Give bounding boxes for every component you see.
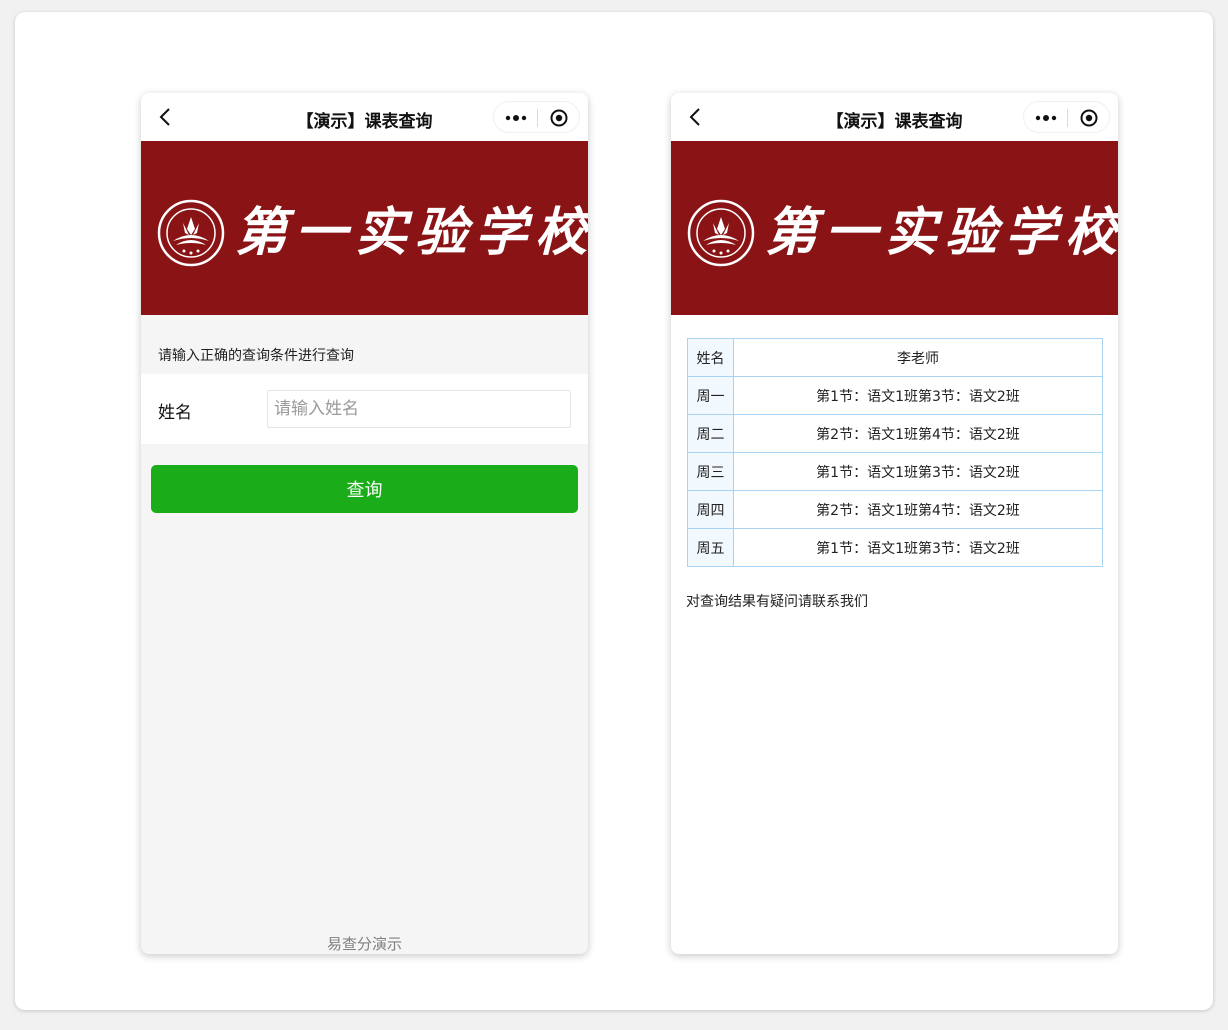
table-row: 周四 第2节：语文1班第4节：语文2班 xyxy=(687,490,1103,529)
table-row: 姓名 李老师 xyxy=(687,338,1103,377)
row-value: 第1节：语文1班第3节：语文2班 xyxy=(733,452,1103,491)
row-key: 周五 xyxy=(687,528,734,567)
row-key: 周一 xyxy=(687,376,734,415)
table-row: 周五 第1节：语文1班第3节：语文2班 xyxy=(687,528,1103,567)
more-dots-icon[interactable] xyxy=(505,113,527,123)
query-hint: 请输入正确的查询条件进行查询 xyxy=(158,348,354,364)
row-value: 第1节：语文1班第3节：语文2班 xyxy=(733,376,1103,415)
school-name: 第一实验学校 xyxy=(235,202,588,263)
query-button[interactable]: 查询 xyxy=(151,465,578,513)
mini-program-capsule xyxy=(493,101,580,133)
school-banner: 第一实验学校 xyxy=(671,141,1118,315)
schedule-table: 姓名 李老师 周一 第1节：语文1班第3节：语文2班 周二 第2节：语文1班第4… xyxy=(687,338,1103,567)
screenshot-card: 【演示】课表查询 第一实验学校 请输入正确的查询条件进行查询 姓名 请输入姓名 … xyxy=(15,12,1213,1010)
name-input[interactable] xyxy=(267,390,571,428)
query-form-screen: 【演示】课表查询 第一实验学校 请输入正确的查询条件进行查询 姓名 请输入姓名 … xyxy=(141,93,588,954)
row-key: 周四 xyxy=(687,490,734,529)
row-key: 姓名 xyxy=(687,338,734,377)
table-row: 周三 第1节：语文1班第3节：语文2班 xyxy=(687,452,1103,491)
row-value: 第1节：语文1班第3节：语文2班 xyxy=(733,528,1103,567)
more-dots-icon[interactable] xyxy=(1035,113,1057,123)
school-emblem-icon xyxy=(687,199,755,267)
nav-bar: 【演示】课表查询 xyxy=(671,93,1118,141)
capsule-divider xyxy=(537,109,538,127)
name-form-row: 姓名 xyxy=(141,374,588,444)
footer-text: 易查分演示 xyxy=(326,935,402,953)
school-banner: 第一实验学校 xyxy=(141,141,588,315)
row-key: 周二 xyxy=(687,414,734,453)
table-row: 周一 第1节：语文1班第3节：语文2班 xyxy=(687,376,1103,415)
school-emblem-icon xyxy=(157,199,225,267)
row-value: 第2节：语文1班第4节：语文2班 xyxy=(733,490,1103,529)
target-circle-icon[interactable] xyxy=(1080,109,1098,127)
target-circle-icon[interactable] xyxy=(550,109,568,127)
name-label: 姓名 xyxy=(158,403,192,423)
capsule-divider xyxy=(1067,109,1068,127)
row-key: 周三 xyxy=(687,452,734,491)
contact-note: 对查询结果有疑问请联系我们 xyxy=(686,594,868,610)
row-value: 李老师 xyxy=(733,338,1103,377)
query-result-screen: 【演示】课表查询 第一实验学校 姓名 李老师 周一 第1节：语文1班第3节：语文… xyxy=(671,93,1118,954)
nav-bar: 【演示】课表查询 xyxy=(141,93,588,141)
school-name: 第一实验学校 xyxy=(765,202,1118,263)
table-row: 周二 第2节：语文1班第4节：语文2班 xyxy=(687,414,1103,453)
mini-program-capsule xyxy=(1023,101,1110,133)
row-value: 第2节：语文1班第4节：语文2班 xyxy=(733,414,1103,453)
